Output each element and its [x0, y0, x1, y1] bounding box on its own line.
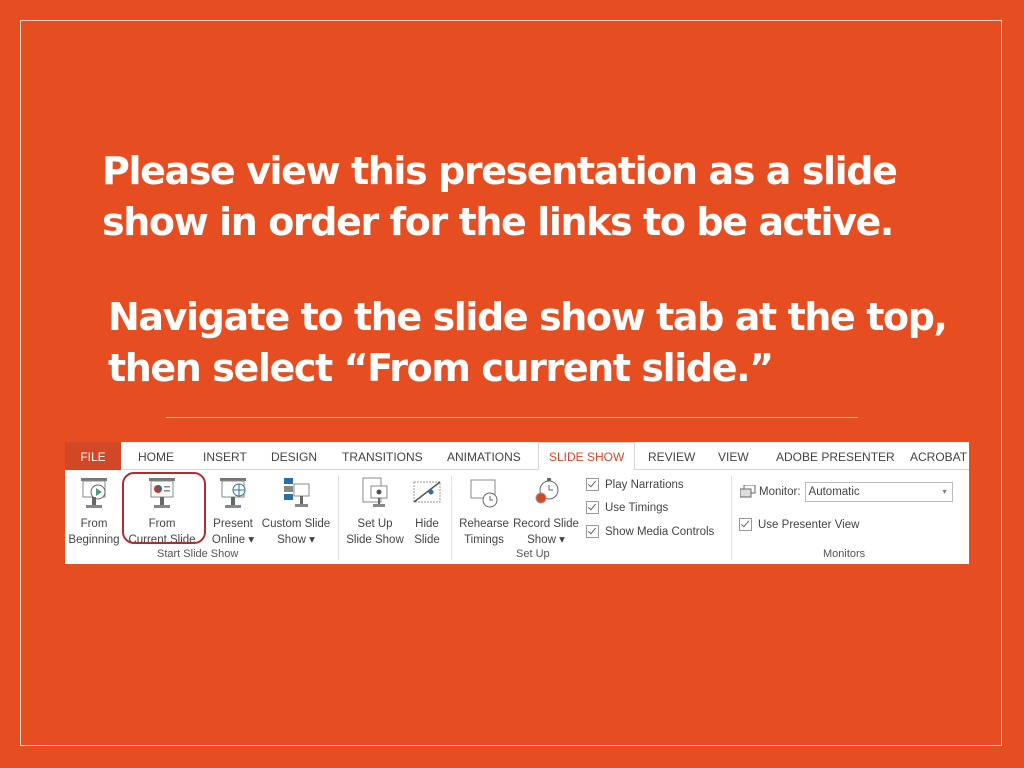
show-media-controls-checkbox[interactable]: Show Media Controls: [586, 525, 714, 538]
from-current-slide-highlight: [122, 472, 206, 544]
custom-slide-show-button[interactable]: Custom Slide Show ▾: [260, 476, 332, 548]
chevron-down-icon: ▾: [942, 487, 947, 496]
slide-title: Please view this presentation as a slide…: [102, 149, 898, 244]
play-narrations-checkbox[interactable]: Play Narrations: [586, 478, 684, 491]
tab-review[interactable]: REVIEW: [648, 442, 695, 470]
tab-adobe-presenter[interactable]: ADOBE PRESENTER: [776, 442, 895, 470]
record-slide-show-button[interactable]: Record Slide Show ▾: [512, 476, 580, 548]
custom-slide-show-icon: [284, 478, 310, 507]
rehearse-timings-button[interactable]: Rehearse Timings: [457, 476, 511, 548]
tab-file[interactable]: FILE: [65, 442, 121, 470]
group-separator: [451, 476, 452, 560]
monitor-selector: Monitor: Automatic ▾: [740, 482, 953, 502]
slide-instructions: Navigate to the slide show tab at the to…: [108, 295, 948, 390]
present-online-button[interactable]: Present Online ▾: [203, 476, 263, 548]
group-label-monitors: Monitors: [823, 548, 866, 560]
group-label-start-slide-show: Start Slide Show: [157, 548, 239, 560]
tab-design[interactable]: DESIGN: [271, 442, 317, 470]
tab-acrobat[interactable]: ACROBAT: [910, 442, 967, 470]
tab-slide-show[interactable]: SLIDE SHOW: [538, 442, 636, 471]
checkbox-checked-icon: [586, 478, 599, 491]
tab-view[interactable]: VIEW: [718, 442, 749, 470]
tab-home[interactable]: HOME: [138, 442, 174, 470]
from-beginning-icon: [81, 478, 107, 508]
group-label-set-up: Set Up: [516, 548, 550, 560]
group-separator: [338, 476, 339, 560]
checkbox-checked-icon: [586, 525, 599, 538]
use-timings-checkbox[interactable]: Use Timings: [586, 501, 668, 514]
set-up-slide-show-button[interactable]: Set Up Slide Show: [342, 476, 408, 548]
rehearse-timings-icon: [470, 479, 498, 508]
set-up-slide-show-icon: [362, 477, 388, 507]
present-online-icon: [220, 478, 246, 508]
tab-transitions[interactable]: TRANSITIONS: [342, 442, 423, 470]
group-separator: [731, 476, 732, 560]
tab-animations[interactable]: ANIMATIONS: [447, 442, 521, 470]
tab-insert[interactable]: INSERT: [203, 442, 247, 470]
checkbox-checked-icon: [739, 518, 752, 531]
monitor-icon: [740, 485, 756, 498]
from-beginning-button[interactable]: From Beginning: [66, 476, 122, 548]
hide-slide-icon: [413, 481, 441, 503]
checkbox-checked-icon: [586, 501, 599, 514]
use-presenter-view-checkbox[interactable]: Use Presenter View: [739, 518, 859, 531]
divider-line: [166, 417, 858, 418]
ribbon-tabs: FILE HOME INSERT DESIGN TRANSITIONS ANIM…: [65, 442, 969, 471]
hide-slide-button[interactable]: Hide Slide: [409, 476, 445, 548]
record-slide-show-icon: [535, 478, 559, 504]
monitor-dropdown[interactable]: Automatic ▾: [804, 482, 953, 502]
